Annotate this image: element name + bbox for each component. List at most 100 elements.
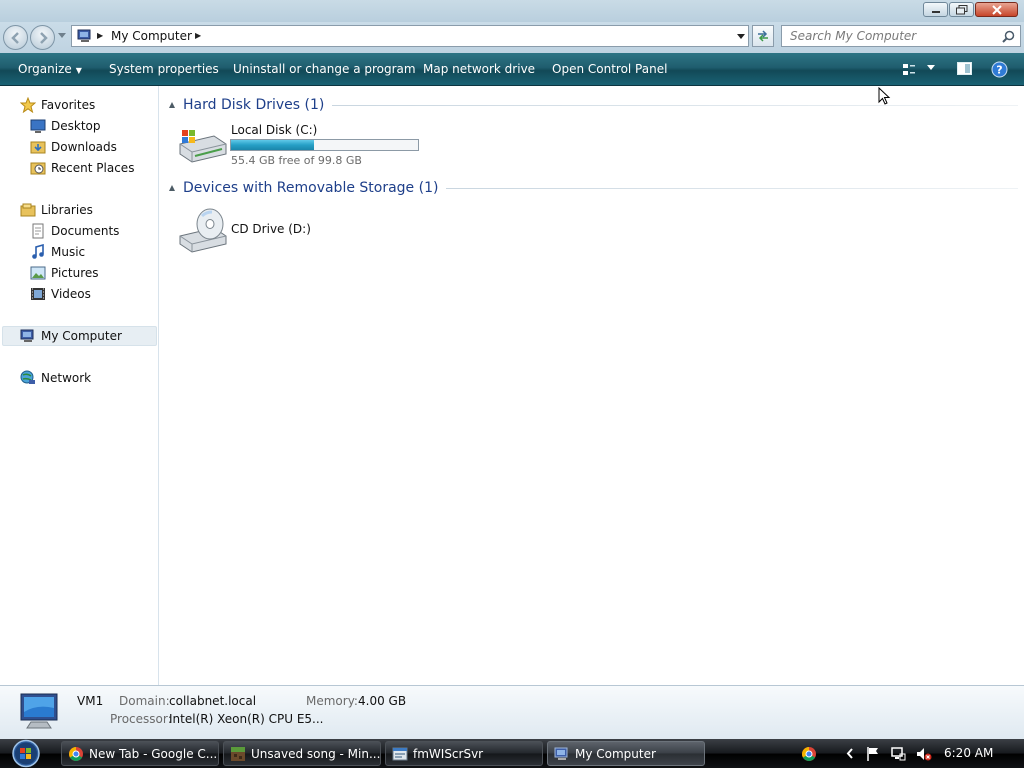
refresh-button[interactable] bbox=[752, 25, 774, 47]
sidebar-item-label: Desktop bbox=[51, 119, 101, 133]
uninstall-program-button[interactable]: Uninstall or change a program bbox=[233, 62, 416, 76]
svg-text:?: ? bbox=[996, 64, 1002, 77]
show-hidden-icons-chevron-icon[interactable] bbox=[846, 748, 854, 759]
computer-icon bbox=[77, 29, 91, 42]
taskbar-item-label: My Computer bbox=[575, 746, 656, 761]
sidebar-item-music[interactable]: Music bbox=[30, 242, 85, 262]
hard-drive-icon bbox=[179, 130, 227, 163]
forward-arrow-icon bbox=[40, 32, 48, 44]
sidebar-item-videos[interactable]: Videos bbox=[30, 284, 91, 304]
network-icon bbox=[20, 370, 35, 384]
open-control-panel-button[interactable]: Open Control Panel bbox=[552, 62, 667, 76]
organize-button[interactable]: Organize ▼ bbox=[18, 62, 82, 76]
sidebar-item-label: Downloads bbox=[51, 140, 117, 154]
breadcrumb-separator-icon[interactable]: ▶ bbox=[195, 31, 201, 40]
computer-icon bbox=[20, 329, 34, 342]
mouse-cursor-icon bbox=[878, 87, 891, 105]
capacity-bar bbox=[230, 139, 419, 151]
breadcrumb-my-computer[interactable]: My Computer bbox=[111, 29, 192, 43]
volume-muted-icon[interactable] bbox=[916, 746, 932, 762]
address-bar[interactable]: ▶ My Computer ▶ bbox=[71, 25, 749, 47]
address-row: ▶ My Computer ▶ bbox=[0, 22, 1024, 53]
sidebar-item-downloads[interactable]: Downloads bbox=[30, 137, 117, 157]
sidebar-item-label: Pictures bbox=[51, 266, 99, 280]
memory-label: Memory: bbox=[306, 694, 358, 708]
cd-drive-d-item[interactable]: CD Drive (D:) bbox=[176, 206, 376, 254]
taskbar-item-my-computer[interactable]: My Computer bbox=[547, 741, 705, 766]
collapse-triangle-icon[interactable] bbox=[169, 102, 175, 108]
app-window-icon bbox=[392, 747, 408, 760]
address-dropdown-icon[interactable] bbox=[737, 34, 745, 40]
local-disk-c-item[interactable]: Local Disk (C:) 55.4 GB free of 99.8 GB bbox=[176, 122, 446, 168]
sidebar-item-label: Network bbox=[41, 371, 92, 385]
details-pane: VM1 Domain: collabnet.local Memory: 4.00… bbox=[0, 685, 1024, 739]
search-input[interactable] bbox=[782, 26, 992, 46]
recent-pages-chevron-icon[interactable] bbox=[58, 33, 66, 39]
title-bar bbox=[0, 0, 1024, 22]
group-title: Hard Disk Drives (1) bbox=[183, 97, 325, 113]
command-bar: Organize ▼ System properties Uninstall or… bbox=[0, 53, 1024, 86]
taskbar-item-chrome[interactable]: New Tab - Google C... bbox=[61, 741, 219, 766]
removable-storage-group-header[interactable]: Devices with Removable Storage (1) bbox=[168, 178, 1018, 198]
sidebar-item-libraries[interactable]: Libraries bbox=[20, 200, 93, 220]
computer-icon bbox=[20, 693, 58, 729]
processor-label: Processor: bbox=[110, 712, 172, 726]
minimize-button[interactable] bbox=[923, 2, 948, 17]
taskbar-item-minecraft[interactable]: Unsaved song - Min... bbox=[223, 741, 381, 766]
libraries-icon bbox=[20, 203, 36, 217]
map-network-drive-button[interactable]: Map network drive bbox=[423, 62, 535, 76]
navigation-pane: Favorites Desktop Downloads Recent Place… bbox=[0, 86, 159, 685]
start-button[interactable] bbox=[6, 739, 46, 768]
views-dropdown-icon[interactable] bbox=[927, 65, 935, 71]
chrome-tray-icon[interactable] bbox=[801, 746, 817, 762]
sidebar-item-pictures[interactable]: Pictures bbox=[30, 263, 99, 283]
drive-name: Local Disk (C:) bbox=[231, 123, 318, 137]
system-tray: 6:20 AM bbox=[794, 741, 1024, 766]
close-button[interactable] bbox=[975, 2, 1018, 17]
sidebar-item-label: Recent Places bbox=[51, 161, 135, 175]
sidebar-item-documents[interactable]: Documents bbox=[30, 221, 119, 241]
pictures-icon bbox=[30, 266, 46, 280]
preview-pane-icon[interactable] bbox=[957, 62, 973, 76]
sidebar-item-label: Videos bbox=[51, 287, 91, 301]
free-space-text: 55.4 GB free of 99.8 GB bbox=[231, 154, 362, 167]
restore-button[interactable] bbox=[949, 2, 974, 17]
collapse-triangle-icon[interactable] bbox=[169, 185, 175, 191]
sidebar-item-label: Favorites bbox=[41, 98, 96, 112]
sidebar-item-my-computer[interactable]: My Computer bbox=[2, 326, 157, 346]
sidebar-item-favorites[interactable]: Favorites bbox=[20, 95, 95, 115]
search-icon[interactable] bbox=[1002, 30, 1015, 43]
back-button[interactable] bbox=[3, 25, 28, 50]
sidebar-item-network[interactable]: Network bbox=[20, 368, 91, 388]
cd-drive-icon bbox=[179, 208, 227, 253]
organize-label: Organize bbox=[18, 62, 72, 76]
capacity-bar-fill bbox=[231, 140, 315, 150]
refresh-icon bbox=[758, 30, 768, 42]
downloads-folder-icon bbox=[30, 141, 46, 154]
system-properties-button[interactable]: System properties bbox=[109, 62, 219, 76]
sidebar-item-label: My Computer bbox=[41, 329, 122, 343]
forward-button[interactable] bbox=[30, 25, 55, 50]
music-note-icon bbox=[32, 244, 44, 259]
breadcrumb-separator-icon[interactable]: ▶ bbox=[97, 31, 103, 40]
network-tray-icon[interactable] bbox=[890, 746, 906, 762]
window-controls bbox=[923, 2, 1018, 17]
domain-value: collabnet.local bbox=[169, 694, 257, 708]
taskbar-item-label: New Tab - Google C... bbox=[89, 746, 218, 761]
views-icon[interactable] bbox=[902, 63, 916, 77]
action-center-flag-icon[interactable] bbox=[866, 746, 880, 762]
restore-icon bbox=[955, 4, 967, 14]
back-arrow-icon bbox=[11, 32, 19, 44]
sidebar-item-recent-places[interactable]: Recent Places bbox=[30, 158, 134, 178]
taskbar: New Tab - Google C... Unsaved song - Min… bbox=[0, 739, 1024, 768]
documents-icon bbox=[32, 223, 44, 239]
close-icon bbox=[991, 4, 1002, 15]
sidebar-item-label: Music bbox=[51, 245, 86, 259]
sidebar-item-desktop[interactable]: Desktop bbox=[30, 116, 101, 136]
taskbar-item-fmwiscrsvr[interactable]: fmWIScrSvr bbox=[385, 741, 543, 766]
search-box[interactable] bbox=[781, 25, 1021, 47]
help-icon[interactable]: ? bbox=[991, 61, 1008, 78]
group-divider bbox=[332, 104, 1018, 106]
clock[interactable]: 6:20 AM bbox=[944, 746, 993, 760]
processor-value: Intel(R) Xeon(R) CPU E5... bbox=[169, 712, 324, 726]
